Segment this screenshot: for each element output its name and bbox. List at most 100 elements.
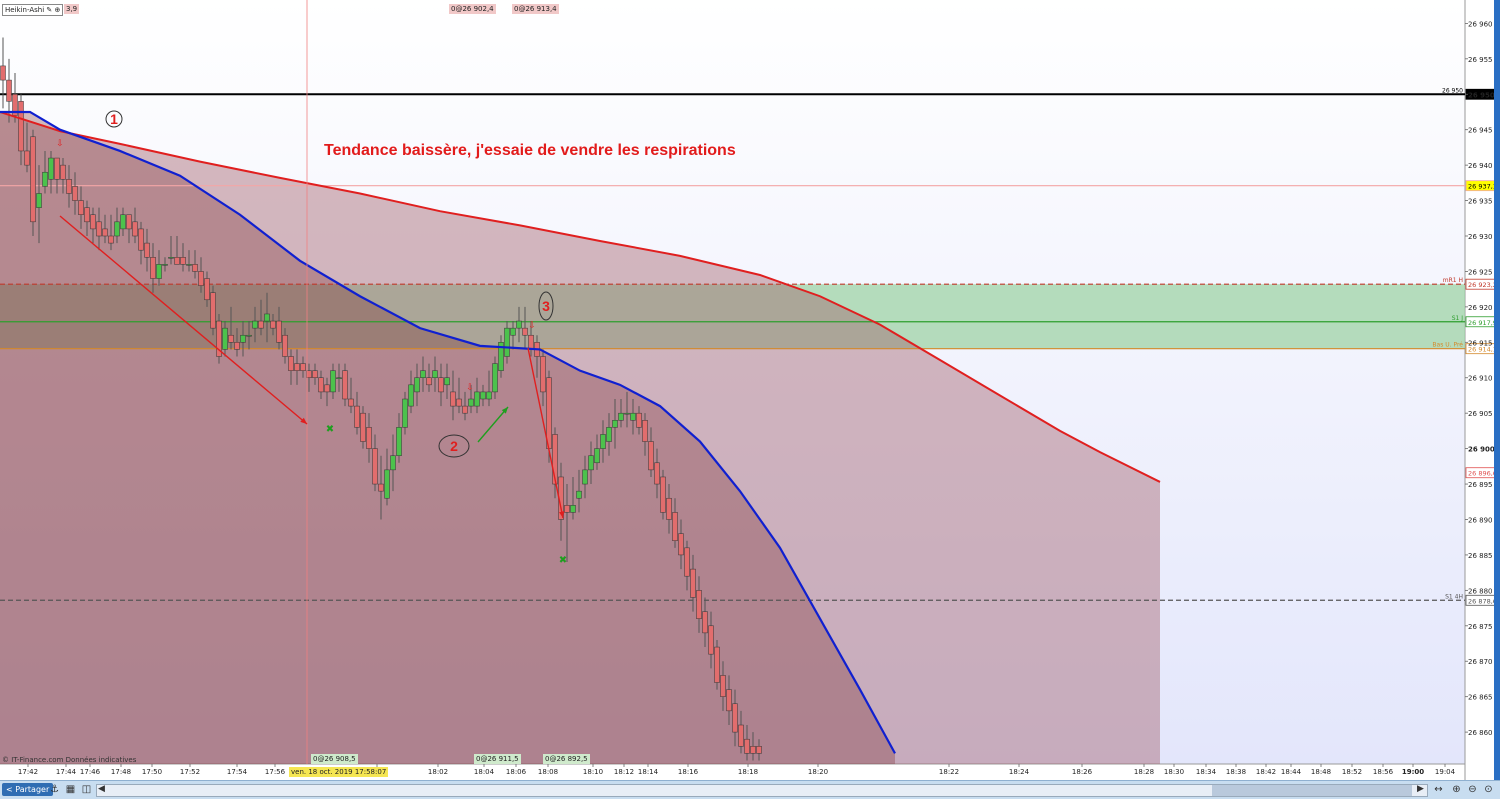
y-tick-label: 26 860: [1468, 729, 1493, 737]
x-tick-label: 18:10: [583, 768, 603, 776]
candle-body: [318, 377, 324, 393]
x-tick-label: 17:42: [18, 768, 38, 776]
candle-body: [384, 469, 390, 499]
x-tick-label: 19:00: [1402, 768, 1424, 776]
pan-icon[interactable]: ↔: [1432, 783, 1445, 796]
candle-body: [744, 738, 750, 754]
chart-root: 26 950 mR1 H S1 J Bas U. Pré S1 4H 1 2 3 ⇩ ⇩ ⇩ ✖ ✖ …: [0, 0, 1500, 799]
candle-body: [228, 334, 234, 343]
y-tick-label: 26 920: [1468, 304, 1493, 312]
candle-body: [348, 398, 354, 407]
candle-body: [336, 377, 342, 379]
candle-body: [90, 214, 96, 230]
right-edge-bar: [1494, 0, 1500, 780]
candle-body: [690, 568, 696, 598]
candle-body: [60, 164, 66, 180]
candle-body: [402, 398, 408, 428]
candle-body: [138, 228, 144, 251]
y-tick-label: 26 865: [1468, 694, 1493, 702]
candle-body: [114, 221, 120, 237]
candle-body: [486, 391, 492, 400]
x-tick-label: 18:34: [1196, 768, 1217, 776]
y-tick-label: 26 910: [1468, 375, 1493, 383]
x-tick-label: 17:44: [56, 768, 77, 776]
candle-body: [570, 505, 576, 513]
y-tick-label: 26 940: [1468, 162, 1493, 170]
buy-signal-icon: ✖: [559, 555, 567, 566]
marker-number: 1: [110, 111, 118, 127]
x-tick-label: 18:28: [1134, 768, 1154, 776]
candle-body: [192, 264, 198, 272]
candle-body: [528, 334, 534, 350]
candle-body: [54, 157, 60, 180]
instrument-label[interactable]: Heikin-Ashi ✎ ⊕: [2, 4, 64, 16]
candle-body: [78, 200, 84, 215]
candle-body: [414, 377, 420, 393]
candle-body: [648, 441, 654, 471]
zoom-reset-icon[interactable]: ⊙: [1482, 783, 1495, 796]
x-tick-label: 17:54: [227, 768, 248, 776]
x-tick-label: 18:20: [808, 768, 828, 776]
candle-body: [186, 264, 192, 266]
candle-body: [276, 320, 282, 343]
x-tick-label: 18:48: [1311, 768, 1331, 776]
level-tag: 26 923,2: [1468, 281, 1497, 289]
candle-body: [288, 356, 294, 371]
candle-body: [720, 675, 726, 697]
candle-body: [294, 363, 300, 371]
candle-body: [756, 746, 762, 754]
candle-body: [540, 356, 546, 393]
grid-icon[interactable]: ▦: [64, 783, 77, 796]
zoom-in-icon[interactable]: ⊕: [1450, 783, 1463, 796]
x-tick-label: 18:04: [474, 768, 495, 776]
candle-body: [210, 292, 216, 329]
candle-body: [582, 469, 588, 485]
candle-body: [672, 512, 678, 542]
x-tick-label: 18:12: [614, 768, 634, 776]
scroll-right-icon[interactable]: ▶: [1417, 784, 1424, 794]
candle-body: [708, 625, 714, 655]
x-tick-label: 18:18: [738, 768, 758, 776]
share-button[interactable]: < Partager: [2, 783, 54, 796]
candle-body: [696, 590, 702, 619]
x-tick-label: 18:26: [1072, 768, 1093, 776]
zoom-out-icon[interactable]: ⊖: [1466, 783, 1479, 796]
candle-body: [618, 412, 624, 421]
candle-body: [132, 221, 138, 237]
y-tick-label: 26 885: [1468, 552, 1493, 560]
candle-body: [342, 370, 348, 400]
candle-body: [684, 547, 690, 577]
candle-body: [36, 193, 42, 208]
candle-body: [564, 505, 570, 513]
level-name: Bas U. Pré: [1432, 342, 1463, 349]
horizontal-scrollbar[interactable]: ◀ ▶: [96, 784, 1428, 797]
candle-body: [546, 377, 552, 449]
candle-body: [588, 455, 594, 471]
candle-body: [396, 427, 402, 456]
level-name: mR1 H: [1443, 277, 1463, 284]
anchor-icon[interactable]: ⚓: [48, 783, 61, 796]
candle-body: [354, 405, 360, 428]
buy-signal-icon: ✖: [326, 424, 334, 435]
x-tick-label: 18:30: [1164, 768, 1184, 776]
y-tick-label: 26 870: [1468, 658, 1493, 666]
candle-body: [66, 179, 72, 194]
candle-body: [270, 320, 276, 329]
candle-body: [510, 327, 516, 336]
candle-body: [714, 646, 720, 683]
top-order-label: 0@26 913,4: [512, 4, 559, 14]
candle-body: [30, 136, 36, 223]
scrollbar-thumb[interactable]: [1212, 785, 1412, 796]
candle-body: [732, 703, 738, 733]
candle-body: [150, 257, 156, 279]
bottom-order-label: 0@26 911,5: [474, 754, 521, 764]
layers-icon[interactable]: ◫: [80, 783, 93, 796]
sell-signal-icon: ⇩: [528, 321, 536, 331]
candle-body: [6, 79, 12, 102]
x-tick-label: 18:38: [1226, 768, 1246, 776]
scroll-left-icon[interactable]: ◀: [98, 784, 105, 794]
candle-body: [522, 327, 528, 336]
candle-body: [162, 264, 168, 266]
candle-body: [240, 334, 246, 343]
y-tick-label: 26 880: [1468, 587, 1493, 595]
